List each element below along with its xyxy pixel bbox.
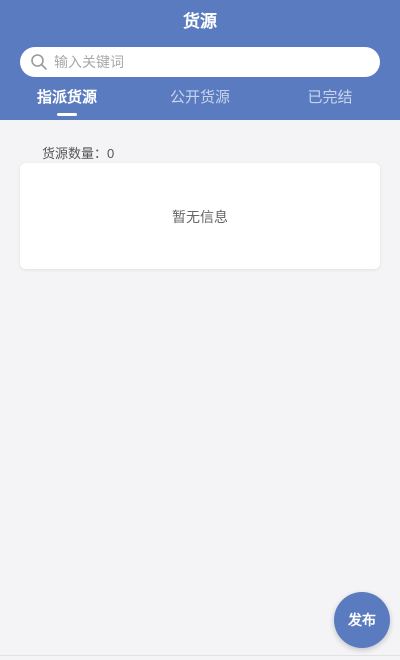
page-title: 货源: [183, 12, 217, 31]
tab-assigned-sources[interactable]: 指派货源: [27, 87, 107, 113]
active-tab-indicator: [57, 113, 77, 116]
publish-button[interactable]: 发布: [334, 592, 390, 648]
source-count: 货源数量：0: [42, 145, 114, 163]
search-icon: [31, 54, 47, 70]
app-header: 货源 指派货源 公开货源 已完结: [0, 0, 400, 120]
tab-completed[interactable]: 已完结: [290, 87, 370, 113]
source-count-value: 0: [107, 146, 115, 161]
tab-public-sources[interactable]: 公开货源: [160, 87, 240, 113]
empty-state-card: 暂无信息: [20, 163, 380, 269]
bottom-divider: [0, 655, 400, 656]
empty-state-message: 暂无信息: [172, 209, 228, 225]
search-input[interactable]: [54, 54, 380, 70]
search-bar[interactable]: [20, 47, 380, 77]
source-count-label: 货源数量：: [42, 146, 108, 161]
